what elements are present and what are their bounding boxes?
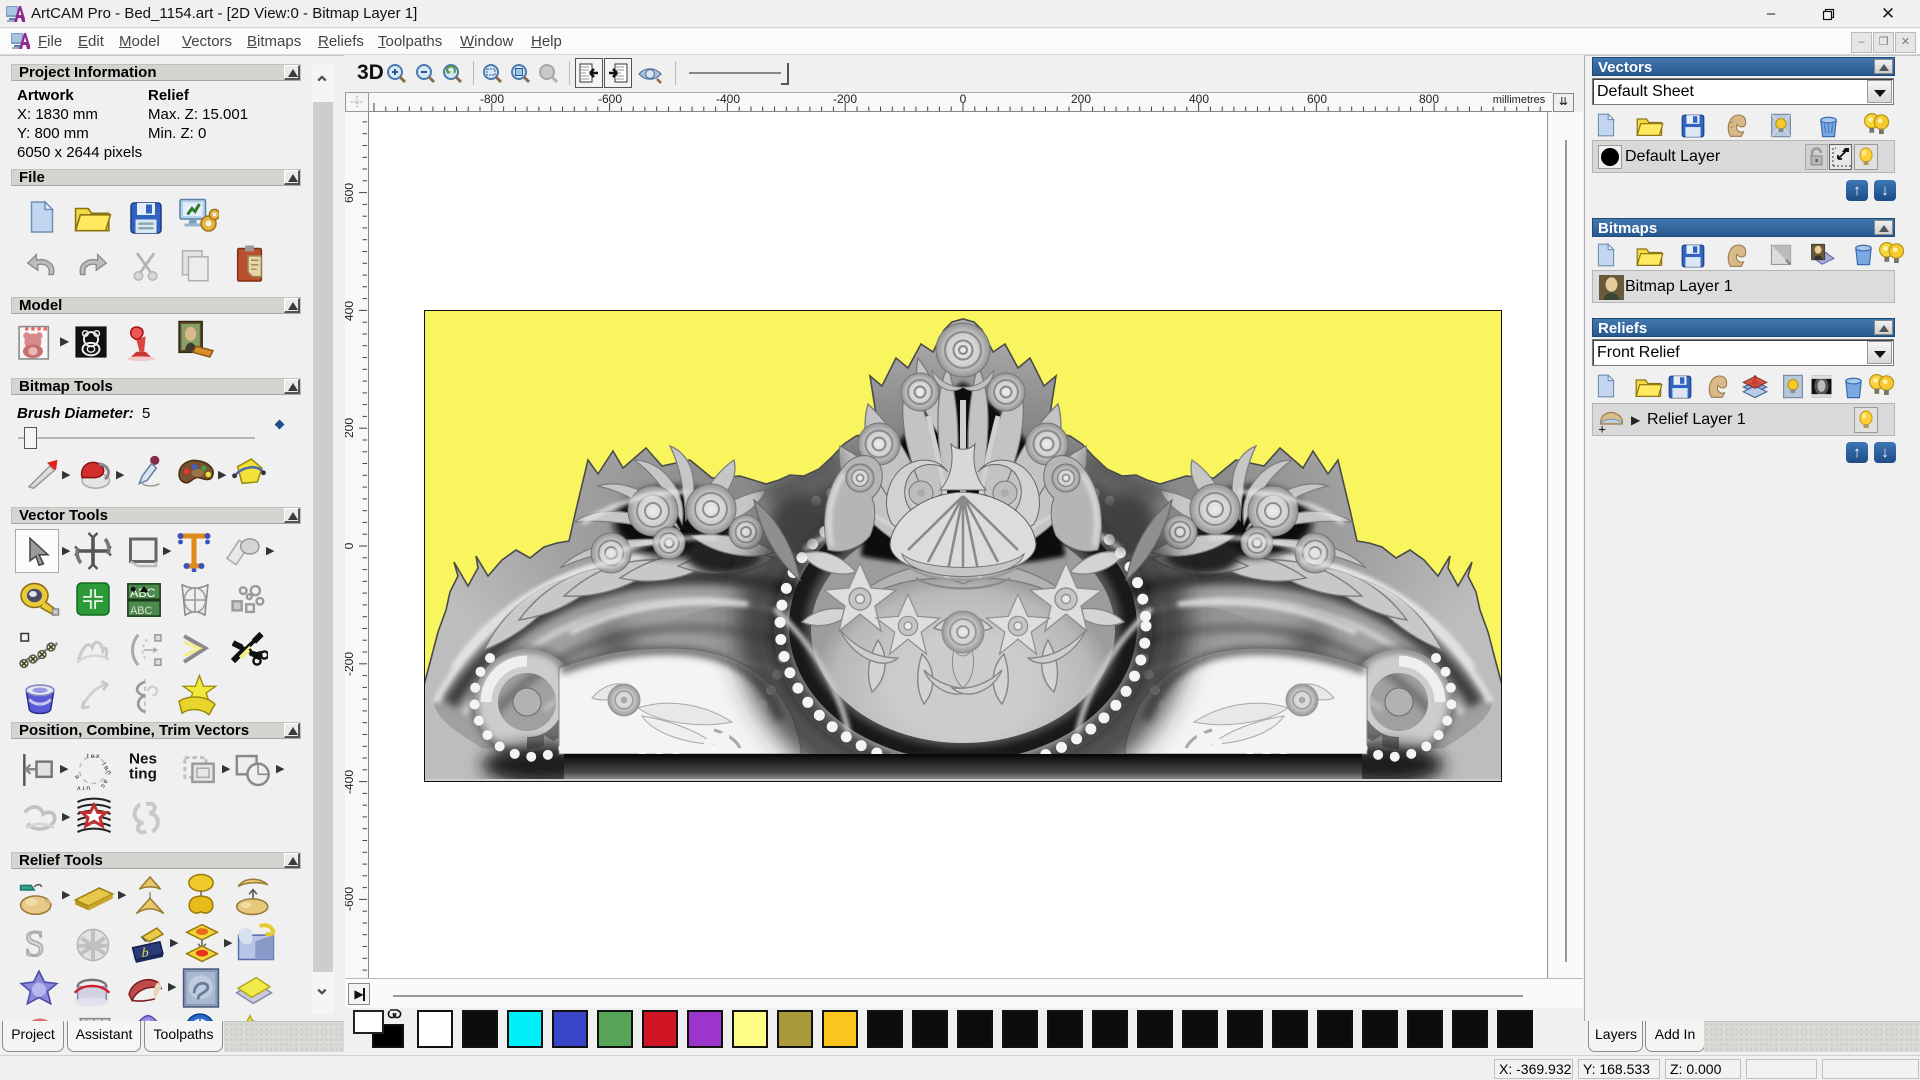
svg-text:-600: -600 <box>598 93 622 106</box>
svg-text:ting: ting <box>129 766 157 783</box>
svg-text:200: 200 <box>345 418 356 438</box>
svg-text:-400: -400 <box>345 770 356 794</box>
svg-text:800: 800 <box>1419 93 1439 106</box>
svg-text:t e x: t e x <box>87 753 100 760</box>
svg-text:400: 400 <box>345 301 356 321</box>
svg-text:600: 600 <box>1307 93 1327 106</box>
svg-text:+: + <box>1598 422 1606 436</box>
svg-text:600: 600 <box>345 183 356 203</box>
svg-text:-600: -600 <box>345 887 356 911</box>
svg-text:-400: -400 <box>716 93 740 106</box>
svg-text:ABC: ABC <box>130 605 152 617</box>
svg-text:400: 400 <box>1189 93 1209 106</box>
svg-text:0: 0 <box>345 542 356 549</box>
svg-text:t o n: t o n <box>100 762 113 777</box>
svg-text:b: b <box>142 945 149 960</box>
svg-text:-200: -200 <box>345 652 356 676</box>
svg-text:u r v: u r v <box>76 785 90 791</box>
svg-text:millimetres: millimetres <box>1493 94 1546 106</box>
svg-text:a c: a c <box>99 778 110 790</box>
svg-text:e: e <box>73 773 81 780</box>
svg-text:S: S <box>25 924 45 964</box>
